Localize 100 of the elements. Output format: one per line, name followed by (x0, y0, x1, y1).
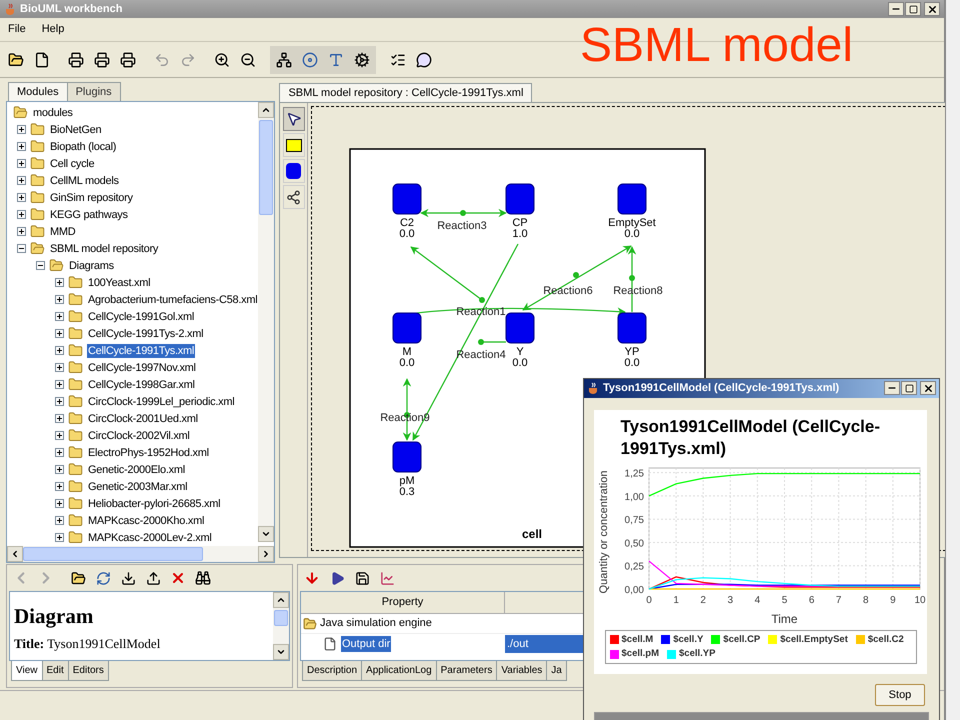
species-value: 0.0 (624, 228, 640, 240)
tree-item[interactable]: Genetic-2003Mar.xml (87, 480, 188, 494)
tree-item[interactable]: MMD (49, 224, 76, 238)
tab[interactable]: Plugins (66, 82, 121, 101)
expand-icon[interactable] (55, 499, 64, 508)
species-name: C2 (400, 217, 414, 229)
expand-icon[interactable] (17, 227, 26, 236)
property-group[interactable]: Java simulation engine (320, 615, 432, 632)
species-name: EmptySet (608, 217, 656, 229)
tree-item[interactable]: CircClock-2002Vil.xml (87, 428, 191, 442)
expand-icon[interactable] (55, 295, 64, 304)
scroll-left-icon[interactable] (10, 549, 20, 559)
tree-item[interactable]: MAPKcasc-2000Lev-2.xml (87, 530, 213, 544)
tree-item[interactable]: GinSim repository (49, 190, 134, 204)
palette-tool[interactable] (282, 107, 305, 131)
tree-item[interactable]: 100Yeast.xml (87, 276, 152, 290)
close-button[interactable] (924, 2, 940, 16)
maximize-button[interactable] (905, 2, 921, 16)
expand-icon[interactable] (55, 465, 64, 474)
species-node[interactable] (506, 184, 535, 214)
palette-tool[interactable] (282, 185, 305, 209)
tree-item[interactable]: Agrobacterium-tumefaciens-C58.xml (87, 292, 258, 306)
scroll-down-icon[interactable] (261, 529, 272, 539)
minimize-button[interactable] (888, 2, 904, 16)
expand-icon[interactable] (55, 380, 64, 389)
collapse-icon[interactable] (17, 244, 26, 253)
tree-item[interactable]: Heliobacter-pylori-26685.xml (87, 496, 222, 510)
expand-icon[interactable] (55, 533, 64, 542)
expand-icon[interactable] (17, 125, 26, 134)
horizontal-scrollbar[interactable] (7, 546, 274, 562)
species-node[interactable] (506, 312, 535, 344)
species-node[interactable] (618, 184, 647, 214)
species-node[interactable] (392, 442, 422, 472)
species-node[interactable] (618, 312, 647, 344)
palette-tool[interactable] (282, 159, 305, 183)
tab[interactable]: View (11, 661, 42, 681)
expand-icon[interactable] (55, 329, 64, 338)
tab[interactable]: Variables (496, 661, 548, 681)
expand-icon[interactable] (55, 363, 64, 372)
tab[interactable]: Parameters (436, 661, 498, 681)
tree-item[interactable]: CellML models (49, 174, 120, 188)
tab[interactable]: Description (302, 661, 362, 681)
tree-item[interactable]: CellCycle-1991Gol.xml (87, 310, 196, 324)
expand-icon[interactable] (55, 448, 64, 457)
tab[interactable]: Ja (546, 661, 567, 681)
tree-item[interactable]: CellCycle-1991Tys-2.xml (87, 326, 204, 340)
scroll-down-icon[interactable] (276, 647, 286, 657)
tree-item[interactable]: ElectroPhys-1952Hod.xml (87, 446, 210, 460)
tab[interactable]: ApplicationLog (361, 661, 437, 681)
expand-icon[interactable] (55, 516, 64, 525)
expand-icon[interactable] (55, 431, 64, 440)
folder-icon (68, 462, 83, 477)
tab[interactable]: Modules (8, 82, 68, 101)
expand-icon[interactable] (17, 159, 26, 168)
collapse-icon[interactable] (36, 261, 45, 270)
tree-item[interactable]: CellCycle-1997Nov.xml (87, 360, 197, 374)
tree-item[interactable]: KEGG pathways (49, 208, 129, 222)
expand-icon[interactable] (17, 210, 26, 219)
play-icon (330, 570, 344, 586)
tab[interactable]: Edit (42, 661, 69, 681)
scroll-thumb[interactable] (23, 547, 203, 561)
menu-item[interactable]: File (8, 21, 26, 38)
scroll-up-icon[interactable] (261, 105, 272, 115)
palette-tool[interactable] (282, 133, 305, 157)
expand-icon[interactable] (55, 414, 64, 423)
scroll-thumb[interactable] (274, 610, 288, 626)
scroll-thumb[interactable] (259, 120, 274, 215)
tree-item[interactable]: modules (32, 106, 74, 120)
menu-item[interactable]: Help (42, 21, 64, 38)
minimize-button[interactable] (884, 381, 900, 396)
property-name[interactable]: Output dir (341, 636, 392, 652)
tree-item[interactable]: SBML model repository (49, 242, 160, 256)
tree-item[interactable]: CircClock-2001Ued.xml (87, 412, 199, 426)
tree-item[interactable]: Diagrams (68, 258, 115, 272)
expand-icon[interactable] (55, 278, 64, 287)
species-node[interactable] (392, 184, 422, 214)
expand-icon[interactable] (17, 142, 26, 151)
expand-icon[interactable] (17, 176, 26, 185)
tree-item[interactable]: CircClock-1999Lel_periodic.xml (87, 394, 236, 408)
tree-item[interactable]: Biopath (local) (49, 140, 118, 154)
scrollbar[interactable] (258, 102, 274, 542)
stop-button[interactable]: Stop (875, 684, 925, 706)
tree-item[interactable]: CellCycle-1998Gar.xml (87, 378, 196, 392)
tree-item[interactable]: CellCycle-1991Tys.xml (87, 344, 196, 358)
expand-icon[interactable] (17, 193, 26, 202)
scrollbar[interactable] (273, 592, 289, 660)
tree-item[interactable]: MAPKcasc-2000Kho.xml (87, 514, 206, 528)
expand-icon[interactable] (55, 312, 64, 321)
close-button[interactable] (920, 381, 936, 396)
expand-icon[interactable] (55, 482, 64, 491)
expand-icon[interactable] (55, 397, 64, 406)
tab[interactable]: SBML model repository : CellCycle-1991Tys.xml (279, 83, 532, 102)
tab[interactable]: Editors (68, 661, 109, 681)
species-node[interactable] (392, 312, 422, 344)
scroll-up-icon[interactable] (276, 595, 286, 605)
tree-item[interactable]: Cell cycle (49, 156, 96, 170)
tree-item[interactable]: BioNetGen (49, 122, 102, 136)
maximize-button[interactable] (901, 381, 917, 396)
tree-item[interactable]: Genetic-2000Elo.xml (87, 462, 186, 476)
expand-icon[interactable] (55, 346, 64, 355)
